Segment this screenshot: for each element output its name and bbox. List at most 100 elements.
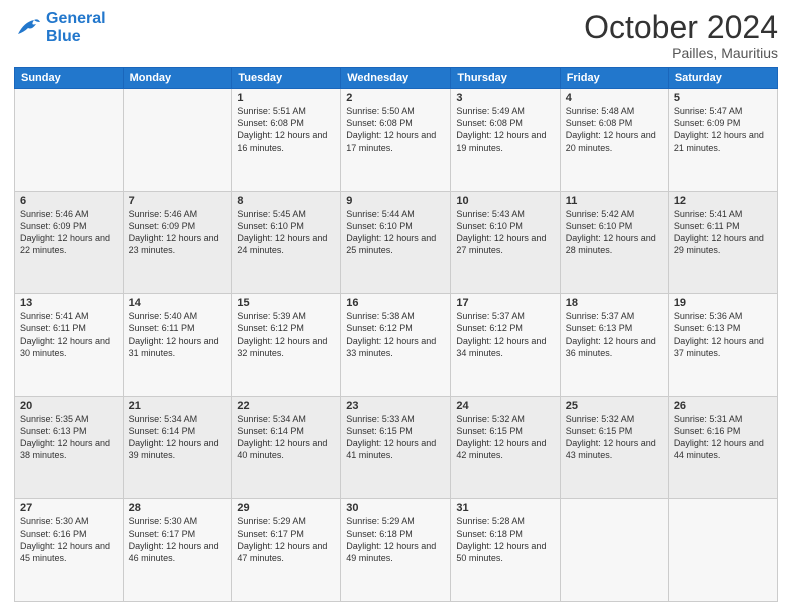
day-detail: Sunrise: 5:47 AMSunset: 6:09 PMDaylight:… [674,105,772,154]
calendar-cell [123,89,232,192]
calendar-cell: 22Sunrise: 5:34 AMSunset: 6:14 PMDayligh… [232,396,341,499]
day-number: 29 [237,502,335,514]
calendar-cell: 10Sunrise: 5:43 AMSunset: 6:10 PMDayligh… [451,191,560,294]
day-number: 9 [346,195,445,207]
calendar-week-row: 13Sunrise: 5:41 AMSunset: 6:11 PMDayligh… [15,294,778,397]
day-number: 17 [456,297,554,309]
day-detail: Sunrise: 5:42 AMSunset: 6:10 PMDaylight:… [566,208,663,257]
header: General Blue October 2024 Pailles, Mauri… [14,10,778,61]
day-detail: Sunrise: 5:44 AMSunset: 6:10 PMDaylight:… [346,208,445,257]
day-number: 5 [674,92,772,104]
calendar-cell: 3Sunrise: 5:49 AMSunset: 6:08 PMDaylight… [451,89,560,192]
day-number: 6 [20,195,118,207]
location-title: Pailles, Mauritius [584,45,778,61]
day-number: 18 [566,297,663,309]
calendar-cell: 14Sunrise: 5:40 AMSunset: 6:11 PMDayligh… [123,294,232,397]
day-number: 21 [129,400,227,412]
day-number: 22 [237,400,335,412]
calendar-cell: 6Sunrise: 5:46 AMSunset: 6:09 PMDaylight… [15,191,124,294]
day-number: 14 [129,297,227,309]
day-detail: Sunrise: 5:33 AMSunset: 6:15 PMDaylight:… [346,413,445,462]
calendar-cell: 5Sunrise: 5:47 AMSunset: 6:09 PMDaylight… [668,89,777,192]
day-detail: Sunrise: 5:34 AMSunset: 6:14 PMDaylight:… [237,413,335,462]
day-detail: Sunrise: 5:49 AMSunset: 6:08 PMDaylight:… [456,105,554,154]
day-detail: Sunrise: 5:43 AMSunset: 6:10 PMDaylight:… [456,208,554,257]
month-title: October 2024 [584,10,778,45]
header-thursday: Thursday [451,68,560,89]
calendar-cell: 31Sunrise: 5:28 AMSunset: 6:18 PMDayligh… [451,499,560,602]
calendar-cell: 17Sunrise: 5:37 AMSunset: 6:12 PMDayligh… [451,294,560,397]
day-detail: Sunrise: 5:37 AMSunset: 6:13 PMDaylight:… [566,310,663,359]
day-detail: Sunrise: 5:36 AMSunset: 6:13 PMDaylight:… [674,310,772,359]
calendar-week-row: 27Sunrise: 5:30 AMSunset: 6:16 PMDayligh… [15,499,778,602]
day-detail: Sunrise: 5:32 AMSunset: 6:15 PMDaylight:… [456,413,554,462]
day-number: 2 [346,92,445,104]
day-number: 28 [129,502,227,514]
day-number: 4 [566,92,663,104]
day-detail: Sunrise: 5:48 AMSunset: 6:08 PMDaylight:… [566,105,663,154]
calendar-cell: 28Sunrise: 5:30 AMSunset: 6:17 PMDayligh… [123,499,232,602]
logo: General Blue [14,10,106,45]
header-saturday: Saturday [668,68,777,89]
calendar-week-row: 20Sunrise: 5:35 AMSunset: 6:13 PMDayligh… [15,396,778,499]
calendar-cell: 18Sunrise: 5:37 AMSunset: 6:13 PMDayligh… [560,294,668,397]
calendar-cell: 21Sunrise: 5:34 AMSunset: 6:14 PMDayligh… [123,396,232,499]
title-block: October 2024 Pailles, Mauritius [584,10,778,61]
calendar-week-row: 1Sunrise: 5:51 AMSunset: 6:08 PMDaylight… [15,89,778,192]
calendar-cell: 7Sunrise: 5:46 AMSunset: 6:09 PMDaylight… [123,191,232,294]
day-detail: Sunrise: 5:32 AMSunset: 6:15 PMDaylight:… [566,413,663,462]
day-number: 24 [456,400,554,412]
day-number: 23 [346,400,445,412]
calendar-cell: 30Sunrise: 5:29 AMSunset: 6:18 PMDayligh… [341,499,451,602]
day-number: 1 [237,92,335,104]
day-number: 11 [566,195,663,207]
day-number: 15 [237,297,335,309]
day-number: 8 [237,195,335,207]
day-detail: Sunrise: 5:38 AMSunset: 6:12 PMDaylight:… [346,310,445,359]
day-detail: Sunrise: 5:29 AMSunset: 6:17 PMDaylight:… [237,515,335,564]
day-detail: Sunrise: 5:40 AMSunset: 6:11 PMDaylight:… [129,310,227,359]
calendar-cell: 26Sunrise: 5:31 AMSunset: 6:16 PMDayligh… [668,396,777,499]
calendar-cell: 19Sunrise: 5:36 AMSunset: 6:13 PMDayligh… [668,294,777,397]
day-number: 26 [674,400,772,412]
header-sunday: Sunday [15,68,124,89]
day-number: 30 [346,502,445,514]
calendar-cell: 24Sunrise: 5:32 AMSunset: 6:15 PMDayligh… [451,396,560,499]
day-number: 27 [20,502,118,514]
calendar-cell [560,499,668,602]
calendar-cell: 23Sunrise: 5:33 AMSunset: 6:15 PMDayligh… [341,396,451,499]
day-number: 25 [566,400,663,412]
header-monday: Monday [123,68,232,89]
day-detail: Sunrise: 5:46 AMSunset: 6:09 PMDaylight:… [129,208,227,257]
day-number: 20 [20,400,118,412]
calendar-header-row: SundayMondayTuesdayWednesdayThursdayFrid… [15,68,778,89]
day-detail: Sunrise: 5:30 AMSunset: 6:16 PMDaylight:… [20,515,118,564]
logo-bird-icon [14,14,42,42]
calendar-cell: 12Sunrise: 5:41 AMSunset: 6:11 PMDayligh… [668,191,777,294]
day-detail: Sunrise: 5:28 AMSunset: 6:18 PMDaylight:… [456,515,554,564]
day-detail: Sunrise: 5:41 AMSunset: 6:11 PMDaylight:… [20,310,118,359]
day-detail: Sunrise: 5:29 AMSunset: 6:18 PMDaylight:… [346,515,445,564]
calendar-cell: 27Sunrise: 5:30 AMSunset: 6:16 PMDayligh… [15,499,124,602]
calendar-cell [668,499,777,602]
calendar-cell: 29Sunrise: 5:29 AMSunset: 6:17 PMDayligh… [232,499,341,602]
day-detail: Sunrise: 5:41 AMSunset: 6:11 PMDaylight:… [674,208,772,257]
page: General Blue October 2024 Pailles, Mauri… [0,0,792,612]
calendar-cell: 15Sunrise: 5:39 AMSunset: 6:12 PMDayligh… [232,294,341,397]
day-detail: Sunrise: 5:30 AMSunset: 6:17 PMDaylight:… [129,515,227,564]
calendar-cell: 2Sunrise: 5:50 AMSunset: 6:08 PMDaylight… [341,89,451,192]
day-number: 12 [674,195,772,207]
day-detail: Sunrise: 5:39 AMSunset: 6:12 PMDaylight:… [237,310,335,359]
day-number: 31 [456,502,554,514]
day-number: 19 [674,297,772,309]
header-friday: Friday [560,68,668,89]
calendar-cell: 25Sunrise: 5:32 AMSunset: 6:15 PMDayligh… [560,396,668,499]
calendar-cell: 13Sunrise: 5:41 AMSunset: 6:11 PMDayligh… [15,294,124,397]
day-number: 16 [346,297,445,309]
calendar-cell: 16Sunrise: 5:38 AMSunset: 6:12 PMDayligh… [341,294,451,397]
day-detail: Sunrise: 5:37 AMSunset: 6:12 PMDaylight:… [456,310,554,359]
calendar-cell: 8Sunrise: 5:45 AMSunset: 6:10 PMDaylight… [232,191,341,294]
calendar-week-row: 6 Sunrise: 5:46 AMSunset: 6:09 PMDaylight… [15,191,778,294]
day-number: 7 [129,195,227,207]
day-detail: Sunrise: 5:31 AMSunset: 6:16 PMDaylight:… [674,413,772,462]
